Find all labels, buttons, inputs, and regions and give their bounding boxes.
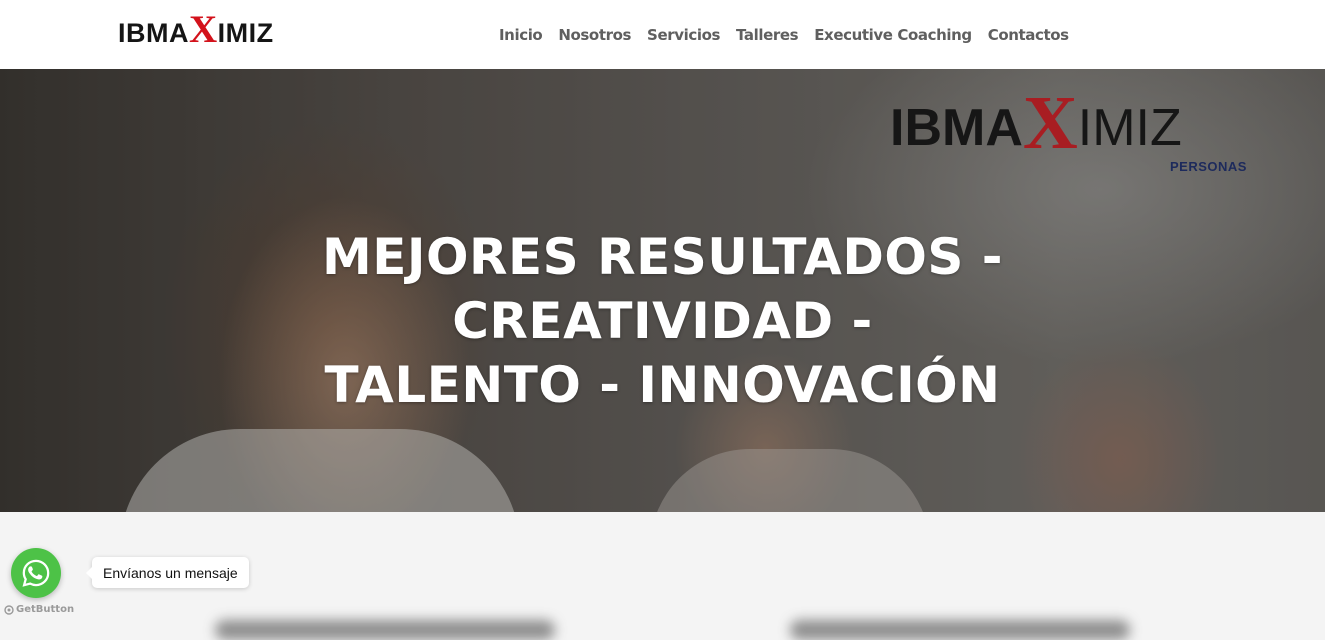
logo-text-prefix: IBMA [118, 18, 189, 48]
hero-logo-prefix: IBMA [890, 99, 1023, 157]
hero-title-line-1: MEJORES RESULTADOS - CREATIVIDAD - [321, 228, 1004, 350]
card-top-left [215, 620, 555, 640]
getbutton-icon [4, 604, 14, 615]
whatsapp-icon [22, 559, 50, 587]
hero-logo: IBMA X IMIZ PERSONAS [890, 81, 1250, 179]
hero-title: MEJORES RESULTADOS - CREATIVIDAD - TALEN… [140, 225, 1185, 417]
nav-item-talleres[interactable]: Talleres [736, 26, 799, 44]
nav-item-executive-coaching[interactable]: Executive Coaching [814, 26, 972, 44]
logo-text-x: X [189, 8, 218, 51]
site-header: IBMA X IMIZ Inicio Nosotros Servicios Ta… [0, 0, 1325, 69]
nav-item-nosotros[interactable]: Nosotros [558, 26, 631, 44]
card-top-right [790, 620, 1130, 640]
whatsapp-button[interactable] [11, 548, 61, 598]
nav-item-servicios[interactable]: Servicios [647, 26, 720, 44]
hero-title-line-2: TALENTO - INNOVACIÓN [324, 356, 1001, 414]
nav-item-contactos[interactable]: Contactos [988, 26, 1069, 44]
hero-logo-tagline: PERSONAS [1170, 159, 1247, 174]
nav-item-inicio[interactable]: Inicio [499, 26, 543, 44]
main-nav: Inicio Nosotros Servicios Talleres Execu… [499, 0, 1069, 69]
hero-logo-x: X [1022, 81, 1078, 165]
hero-logo-suffix: IMIZ [1077, 99, 1182, 157]
getbutton-label: GetButton [16, 604, 75, 615]
getbutton-credit[interactable]: GetButton [4, 604, 74, 615]
whatsapp-message-bubble[interactable]: Envíanos un mensaje [86, 557, 249, 588]
site-logo[interactable]: IBMA X IMIZ [118, 8, 274, 51]
logo-text-suffix: IMIZ [217, 18, 274, 48]
hero-banner: IBMA X IMIZ PERSONAS MEJORES RESULTADOS … [0, 69, 1325, 512]
